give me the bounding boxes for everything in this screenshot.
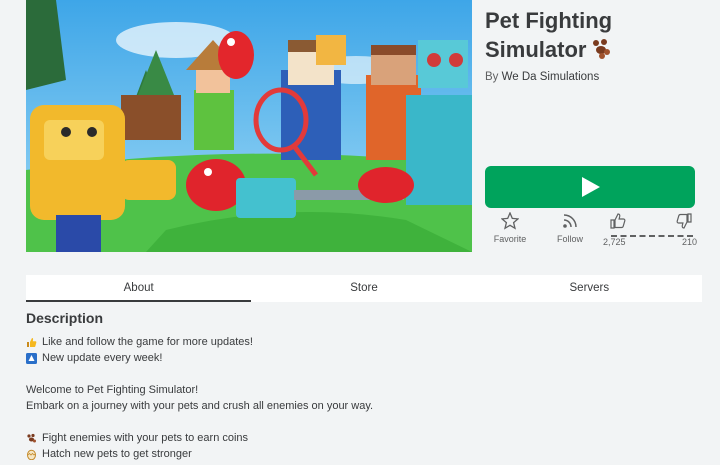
description-text: Welcome to Pet Fighting Simulator! — [26, 384, 199, 396]
description-line: Embark on a journey with your pets and c… — [26, 398, 686, 414]
follow-rss-icon — [545, 212, 595, 232]
description-line: Fight enemies with your pets to earn coi… — [26, 430, 686, 446]
play-icon — [582, 177, 600, 197]
game-thumbnail[interactable] — [26, 0, 472, 252]
description-text: Fight enemies with your pets to earn coi… — [42, 432, 249, 444]
game-title: Pet Fighting Simulator — [485, 6, 705, 66]
thumbs-up-emoji-icon — [26, 337, 37, 348]
description-body: Like and follow the game for more update… — [26, 334, 686, 462]
upvote-count: 2,725 — [603, 237, 626, 247]
creator-name-link[interactable]: We Da Simulations — [502, 71, 600, 83]
play-button[interactable] — [485, 166, 695, 208]
description-line: Like and follow the game for more update… — [26, 334, 686, 350]
game-page: Pet Fighting Simulator By We Da Simulati… — [0, 0, 720, 460]
tab-servers[interactable]: Servers — [477, 275, 702, 302]
paw-emoji-icon — [26, 433, 37, 444]
star-icon — [485, 211, 535, 232]
tab-store[interactable]: Store — [251, 275, 476, 302]
new-badge-emoji-icon — [26, 352, 37, 364]
creator-line: By We Da Simulations — [485, 71, 599, 83]
tab-about[interactable]: About — [26, 275, 252, 302]
description-text: New update every week! — [42, 352, 163, 364]
downvote-count: 210 — [681, 237, 697, 247]
description-heading: Description — [26, 310, 104, 326]
vote-widget: 2,725 210 — [603, 212, 699, 254]
tab-bar: About Store Servers — [26, 275, 702, 302]
thumbnail-artwork — [26, 0, 472, 252]
follow-button[interactable]: Follow — [545, 212, 595, 244]
egg-emoji-icon — [26, 449, 37, 460]
thumbs-up-icon — [610, 213, 626, 229]
game-actions: Favorite Follow 2,725 210 — [485, 211, 700, 254]
description-line: Welcome to Pet Fighting Simulator! — [26, 382, 686, 398]
paw-icon — [590, 37, 612, 66]
favorite-button[interactable]: Favorite — [485, 211, 535, 244]
thumbs-down-icon — [676, 213, 692, 229]
description-line: New update every week! — [26, 350, 686, 366]
downvote-button[interactable] — [669, 212, 699, 235]
follow-label: Follow — [556, 234, 583, 244]
favorite-label: Favorite — [493, 234, 527, 244]
upvote-button[interactable] — [603, 212, 633, 235]
description-text: Like and follow the game for more update… — [42, 336, 253, 348]
description-text: Embark on a journey with your pets and c… — [26, 400, 374, 412]
creator-prefix: By — [485, 71, 499, 83]
